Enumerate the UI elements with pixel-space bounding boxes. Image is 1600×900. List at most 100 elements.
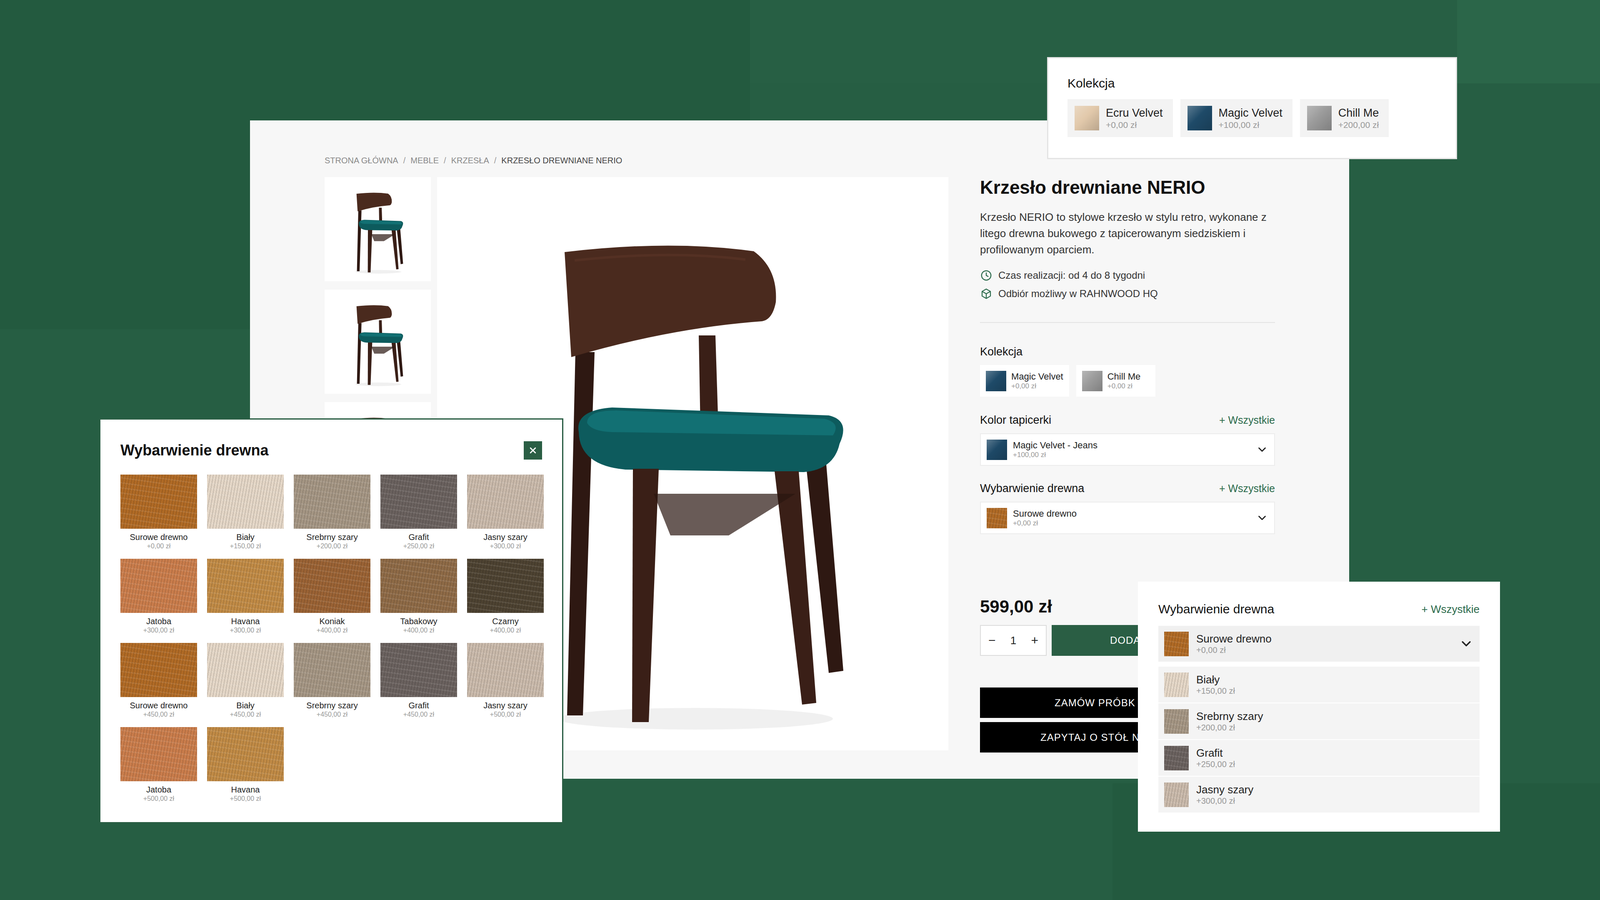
wood-color-option[interactable]: Jatoba+300,00 zł bbox=[120, 558, 198, 635]
wood-color-option[interactable]: Grafit+250,00 zł bbox=[380, 474, 458, 551]
option-price: +300,00 zł bbox=[1196, 795, 1254, 806]
collection-popup: KolekcjaEcru Velvet+0,00 złMagic Velvet+… bbox=[1047, 57, 1458, 160]
breadcrumb-item[interactable]: KRZESŁA bbox=[451, 155, 490, 166]
breadcrumb-item[interactable]: MEBLE bbox=[410, 155, 439, 166]
wood-color-price: +500,00 zł bbox=[143, 794, 175, 803]
wood-color-option[interactable]: Grafit+450,00 zł bbox=[380, 642, 458, 719]
divider bbox=[980, 322, 1275, 323]
bg-block bbox=[1457, 0, 1600, 84]
option-text: Chill Me+200,00 zł bbox=[1338, 106, 1380, 130]
wood-color-name: Jasny szary bbox=[483, 532, 528, 543]
close-button[interactable] bbox=[523, 441, 543, 460]
quantity-stepper: − 1 + bbox=[980, 625, 1047, 656]
show-all-link[interactable]: + Wszystkie bbox=[1421, 601, 1480, 617]
wood-color-name: Surowe drewno bbox=[130, 532, 188, 543]
option-text: Jasny szary+300,00 zł bbox=[1196, 783, 1254, 806]
wood-color-option[interactable]: Jasny szary+500,00 zł bbox=[467, 642, 544, 719]
collection-option[interactable]: Magic Velvet+0,00 zł bbox=[980, 365, 1070, 397]
collection-option[interactable]: Magic Velvet+100,00 zł bbox=[1180, 99, 1293, 138]
wood-swatch bbox=[207, 642, 284, 698]
dropdown-option[interactable]: Srebrny szary+200,00 zł bbox=[1158, 703, 1480, 740]
wood-color-price: +450,00 zł bbox=[403, 710, 435, 719]
wood-swatch bbox=[1164, 745, 1189, 771]
field-label-row: Kolor tapicerki+ Wszystkie bbox=[980, 413, 1275, 427]
wood-swatch bbox=[120, 642, 198, 698]
clock-icon bbox=[980, 269, 993, 282]
wood-color-price: +450,00 zł bbox=[316, 710, 348, 719]
wood-color-price: +250,00 zł bbox=[403, 542, 435, 551]
wood-color-price: +0,00 zł bbox=[147, 542, 171, 551]
select-text: Surowe drewno+0,00 zł bbox=[1196, 632, 1452, 655]
wood-color-option[interactable]: Czarny+400,00 zł bbox=[467, 558, 544, 635]
wood-color-modal: Wybarwienie drewnaSurowe drewno+0,00 złB… bbox=[99, 418, 564, 824]
select-price: +0,00 zł bbox=[1196, 645, 1452, 655]
collection-option[interactable]: Chill Me+0,00 zł bbox=[1076, 365, 1156, 397]
wood-color-option[interactable]: Havana+500,00 zł bbox=[207, 727, 284, 803]
wood-color-option[interactable]: Havana+300,00 zł bbox=[207, 558, 284, 635]
wood-color-option[interactable]: Srebrny szary+200,00 zł bbox=[293, 474, 371, 551]
wood-swatch bbox=[467, 474, 544, 529]
wood-color-option[interactable]: Biały+150,00 zł bbox=[207, 474, 284, 551]
wood-color-option[interactable]: Jatoba+500,00 zł bbox=[120, 727, 198, 803]
option-name: Biały bbox=[1196, 673, 1235, 686]
product-description: Krzesło NERIO to stylowe krzesło w stylu… bbox=[980, 209, 1275, 258]
wood-color-option[interactable]: Surowe drewno+450,00 zł bbox=[120, 642, 198, 719]
wood-color-option[interactable]: Jasny szary+300,00 zł bbox=[467, 474, 544, 551]
thumbnail[interactable] bbox=[324, 289, 431, 394]
breadcrumb-separator: / bbox=[443, 155, 447, 166]
fabric-swatch bbox=[1082, 370, 1103, 392]
wood-swatch bbox=[380, 558, 458, 613]
wood-color-option[interactable]: Srebrny szary+450,00 zł bbox=[293, 642, 371, 719]
option-text: Grafit+250,00 zł bbox=[1196, 746, 1235, 770]
breadcrumb-item[interactable]: STRONA GŁÓWNA bbox=[324, 155, 399, 166]
wood-swatch bbox=[467, 642, 544, 698]
wood-color-option[interactable]: Biały+450,00 zł bbox=[207, 642, 284, 719]
wood-color-price: +150,00 zł bbox=[230, 542, 261, 551]
option-text: Ecru Velvet+0,00 zł bbox=[1105, 106, 1163, 130]
select-text: Surowe drewno+0,00 zł bbox=[1012, 508, 1250, 528]
wood-swatch bbox=[207, 727, 284, 782]
option-price: +0,00 zł bbox=[1107, 382, 1141, 391]
select-field[interactable]: Magic Velvet - Jeans+100,00 zł bbox=[980, 433, 1275, 466]
chevron-down-icon bbox=[1255, 443, 1269, 456]
dropdown-option[interactable]: Grafit+250,00 zł bbox=[1158, 740, 1480, 776]
wood-color-price: +400,00 zł bbox=[316, 626, 348, 635]
option-price: +200,00 zł bbox=[1338, 119, 1380, 130]
order-sample-label: ZAMÓW PRÓBK bbox=[1054, 697, 1136, 709]
wood-swatch bbox=[207, 474, 284, 529]
wood-color-name: Havana bbox=[231, 784, 260, 795]
collection-option[interactable]: Ecru Velvet+0,00 zł bbox=[1067, 99, 1173, 138]
show-all-link[interactable]: + Wszystkie bbox=[1219, 413, 1275, 427]
wood-color-option[interactable]: Tabakowy+400,00 zł bbox=[380, 558, 458, 635]
select-field[interactable]: Surowe drewno+0,00 zł bbox=[980, 501, 1275, 535]
modal-header: Wybarwienie drewna bbox=[120, 441, 543, 460]
wood-swatch bbox=[293, 642, 371, 698]
field-label: Wybarwienie drewna bbox=[1158, 601, 1275, 617]
dropdown-options: Biały+150,00 zł Srebrny szary+200,00 zł Gr… bbox=[1158, 666, 1480, 813]
show-all-link[interactable]: + Wszystkie bbox=[1219, 481, 1275, 495]
fabric-swatch bbox=[985, 370, 1007, 392]
option-name: Magic Velvet bbox=[1218, 106, 1283, 120]
wood-color-option[interactable]: Koniak+400,00 zł bbox=[293, 558, 371, 635]
fabric-swatch bbox=[1187, 105, 1213, 131]
wood-color-name: Biały bbox=[236, 700, 255, 711]
wood-color-name: Tabakowy bbox=[400, 616, 438, 627]
thumbnail[interactable] bbox=[324, 177, 431, 282]
decrease-button[interactable]: − bbox=[988, 633, 996, 648]
quantity-value[interactable]: 1 bbox=[1010, 634, 1017, 647]
collection-option[interactable]: Chill Me+200,00 zł bbox=[1300, 99, 1390, 138]
option-name: Chill Me bbox=[1107, 371, 1141, 383]
info-row: Czas realizacji: od 4 do 8 tygodni bbox=[980, 269, 1275, 282]
wood-color-option[interactable]: Surowe drewno+0,00 zł bbox=[120, 474, 198, 551]
option-price: +0,00 zł bbox=[1011, 382, 1064, 391]
dropdown-option[interactable]: Jasny szary+300,00 zł bbox=[1158, 776, 1480, 813]
dropdown-option[interactable]: Biały+150,00 zł bbox=[1158, 666, 1480, 703]
wood-color-name: Biały bbox=[236, 532, 255, 543]
increase-button[interactable]: + bbox=[1030, 633, 1039, 648]
option-text: Biały+150,00 zł bbox=[1196, 673, 1235, 696]
chair-photo-icon bbox=[330, 293, 426, 390]
select-price: +100,00 zł bbox=[1012, 450, 1250, 460]
select-field[interactable]: Surowe drewno+0,00 zł bbox=[1158, 625, 1480, 662]
modal-title: Wybarwienie drewna bbox=[120, 441, 269, 460]
wood-color-name: Jatoba bbox=[146, 784, 172, 795]
